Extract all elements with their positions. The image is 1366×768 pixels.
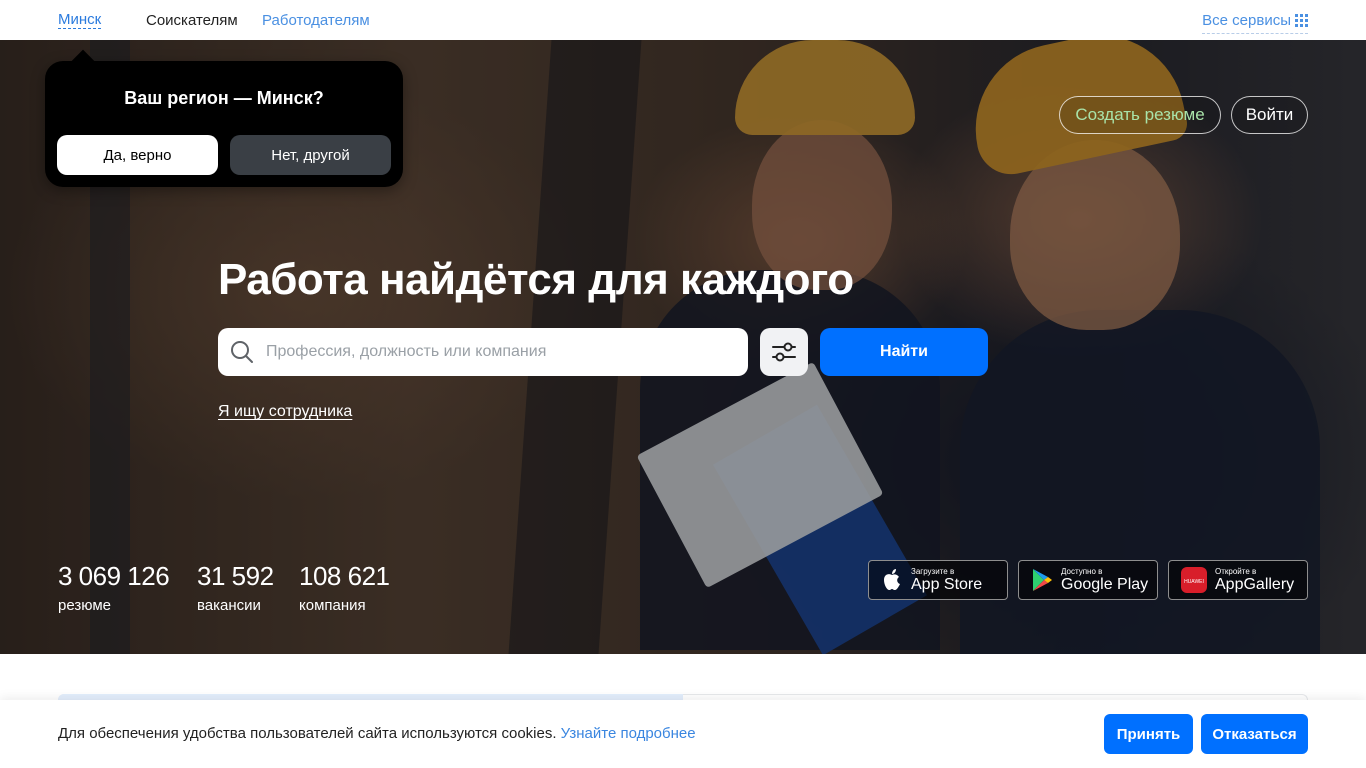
- top-bar: Минск Соискателям Работодателям Все серв…: [0, 0, 1366, 40]
- region-yes-button[interactable]: Да, верно: [57, 135, 218, 175]
- appgallery-text: Откройте в AppGallery: [1215, 567, 1294, 593]
- region-no-button[interactable]: Нет, другой: [230, 135, 391, 175]
- stat-companies: 108 621 компания: [299, 561, 390, 614]
- search-box: [218, 328, 748, 376]
- region-confirm-popup: Ваш регион — Минск? Да, верно Нет, друго…: [45, 61, 403, 187]
- app-store-big-label: App Store: [911, 576, 983, 593]
- hero-headline: Работа найдётся для каждого: [218, 255, 854, 304]
- cookie-banner: Для обеспечения удобства пользователей с…: [0, 700, 1366, 768]
- cookie-accept-button[interactable]: Принять: [1104, 714, 1193, 754]
- all-services-button[interactable]: Все сервисы: [1202, 12, 1308, 34]
- page: Минск Соискателям Работодателям Все серв…: [0, 0, 1366, 768]
- huawei-appgallery-icon: HUAWEI: [1181, 567, 1207, 593]
- nav-employers-link[interactable]: Работодателям: [262, 12, 370, 29]
- appgallery-big-label: AppGallery: [1215, 576, 1295, 593]
- city-selector[interactable]: Минск: [58, 12, 102, 29]
- stat-companies-value: 108 621: [299, 561, 390, 591]
- grid-icon: [1295, 14, 1308, 27]
- login-button[interactable]: Войти: [1231, 96, 1308, 134]
- google-play-small-label: Доступно в: [1061, 567, 1103, 576]
- stat-companies-label: компания: [299, 597, 366, 614]
- stat-resumes: 3 069 126 резюме: [58, 561, 170, 614]
- google-play-badge[interactable]: Доступно в Google Play: [1018, 560, 1158, 600]
- cookie-message: Для обеспечения удобства пользователей с…: [58, 725, 696, 742]
- filter-sliders-icon: [772, 342, 796, 362]
- search-input[interactable]: [266, 328, 736, 376]
- stat-vacancies: 31 592 вакансии: [197, 562, 274, 614]
- app-store-text: Загрузите в App Store: [911, 567, 982, 593]
- svg-text:HUAWEI: HUAWEI: [1184, 579, 1204, 585]
- nav-seekers-link[interactable]: Соискателям: [146, 12, 238, 29]
- app-store-small-label: Загрузите в: [911, 567, 955, 576]
- appgallery-badge[interactable]: HUAWEI Откройте в AppGallery: [1168, 560, 1308, 600]
- apple-icon: [884, 569, 900, 590]
- cookie-text: Для обеспечения удобства пользователей с…: [58, 725, 561, 742]
- google-play-text: Доступно в Google Play: [1061, 567, 1148, 593]
- all-services-label: Все сервисы: [1202, 12, 1291, 29]
- create-resume-button[interactable]: Создать резюме: [1059, 96, 1221, 134]
- stat-resumes-label: резюме: [58, 597, 111, 614]
- app-store-badge[interactable]: Загрузите в App Store: [868, 560, 1008, 600]
- search-icon: [231, 341, 253, 363]
- region-question: Ваш регион — Минск?: [124, 88, 324, 108]
- stat-vacancies-label: вакансии: [197, 597, 261, 614]
- google-play-icon: [1033, 569, 1052, 591]
- cookie-learn-more-link[interactable]: Узнайте подробнее: [561, 725, 696, 742]
- find-button[interactable]: Найти: [820, 328, 988, 376]
- stat-resumes-value: 3 069 126: [58, 561, 170, 591]
- google-play-big-label: Google Play: [1061, 576, 1149, 593]
- appgallery-small-label: Откройте в: [1215, 567, 1257, 576]
- employer-search-link[interactable]: Я ищу сотрудника: [218, 403, 352, 421]
- stat-vacancies-value: 31 592: [197, 561, 274, 591]
- search-filters-button[interactable]: [760, 328, 808, 376]
- cookie-decline-button[interactable]: Отказаться: [1201, 714, 1308, 754]
